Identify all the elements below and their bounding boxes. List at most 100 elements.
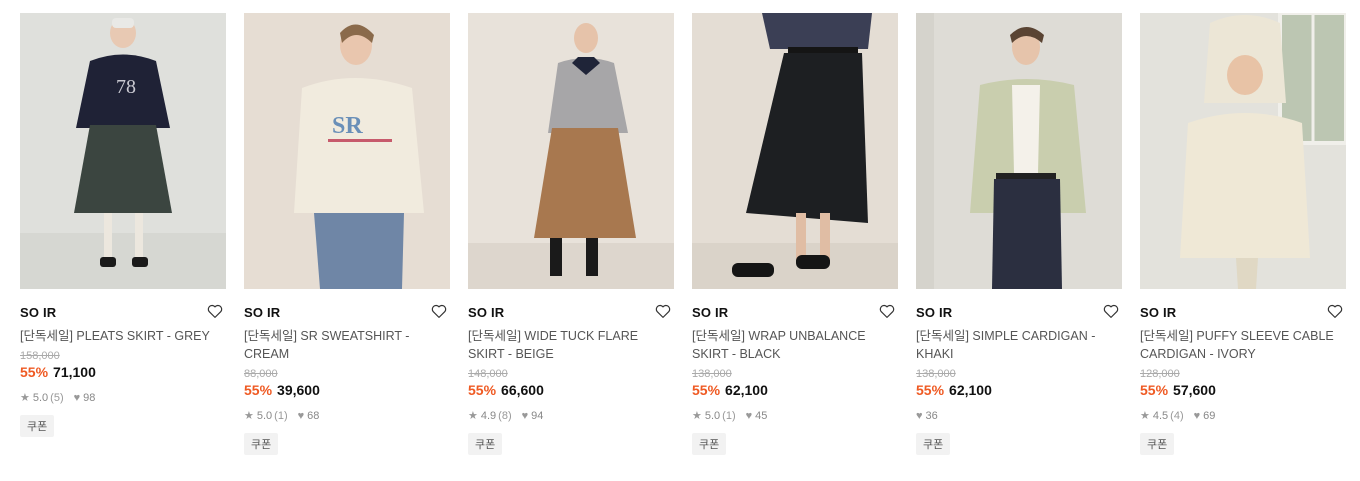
product-grid: 78 SO IR [단독세일] PLEATS SKIRT - GREY 158,…	[0, 0, 1360, 481]
heart-filled-icon: ♥	[73, 392, 81, 404]
discount-rate: 55%	[1140, 382, 1169, 398]
brand-row: SO IR	[20, 303, 226, 323]
svg-text:SR: SR	[332, 113, 363, 139]
likes: ♥ 98	[74, 391, 96, 405]
product-name[interactable]: [단독세일] PLEATS SKIRT - GREY	[20, 327, 226, 345]
brand-name[interactable]: SO IR	[468, 305, 504, 320]
product-name[interactable]: [단독세일] WRAP UNBALANCE SKIRT - BLACK	[692, 327, 898, 363]
review-count: (4)	[1170, 410, 1184, 422]
likes: ♥ 45	[746, 409, 768, 423]
product-card[interactable]: SR SO IR [단독세일] SR SWEATSHIRT - CREAM 88…	[244, 13, 450, 455]
product-card[interactable]: SO IR [단독세일] WIDE TUCK FLARE SKIRT - BEI…	[468, 13, 674, 455]
original-price: 148,000	[468, 368, 508, 380]
likes-count: 69	[1203, 410, 1216, 422]
discount-rate: 55%	[20, 364, 49, 380]
product-image[interactable]	[1140, 13, 1346, 289]
heart-outline-icon[interactable]	[206, 302, 224, 320]
product-image[interactable]	[468, 13, 674, 289]
product-image[interactable]	[916, 13, 1122, 289]
likes-count: 94	[531, 410, 544, 422]
heart-outline-icon[interactable]	[654, 302, 672, 320]
product-name[interactable]: [단독세일] SIMPLE CARDIGAN - KHAKI	[916, 327, 1122, 363]
brand-row: SO IR	[1140, 303, 1346, 323]
product-meta: ★ 4.9 (8) ♥ 94	[468, 409, 674, 423]
star-icon: ★	[20, 392, 30, 404]
coupon-badge: 쿠폰	[916, 433, 951, 455]
product-meta: ★ 4.5 (4) ♥ 69	[1140, 409, 1346, 423]
sale-price: 62,100	[725, 382, 768, 398]
star-icon: ★	[468, 410, 478, 422]
rating-value: 5.0	[32, 392, 49, 404]
original-price: 138,000	[692, 368, 732, 380]
heart-filled-icon: ♥	[916, 410, 923, 422]
product-meta: ★ 5.0 (1) ♥ 45	[692, 409, 898, 423]
star-icon: ★	[692, 410, 702, 422]
brand-name[interactable]: SO IR	[1140, 305, 1176, 320]
heart-filled-icon: ♥	[1193, 410, 1201, 422]
coupon-badge: 쿠폰	[692, 433, 727, 455]
product-card[interactable]: SO IR [단독세일] WRAP UNBALANCE SKIRT - BLAC…	[692, 13, 898, 455]
price-row: 55% 39,600	[244, 381, 450, 400]
discount-rate: 55%	[244, 382, 273, 398]
sale-price: 62,100	[949, 382, 992, 398]
heart-filled-icon: ♥	[521, 410, 529, 422]
product-meta: ★ 5.0 (5) ♥ 98	[20, 391, 226, 405]
price-row: 55% 57,600	[1140, 381, 1346, 400]
likes-count: 98	[83, 392, 96, 404]
price-row: 55% 66,600	[468, 381, 674, 400]
likes: ♥ 94	[522, 409, 544, 423]
product-image[interactable]: 78	[20, 13, 226, 289]
discount-rate: 55%	[916, 382, 945, 398]
brand-row: SO IR	[692, 303, 898, 323]
product-card[interactable]: SO IR [단독세일] SIMPLE CARDIGAN - KHAKI 138…	[916, 13, 1122, 455]
rating-value: 4.5	[1152, 410, 1169, 422]
heart-outline-icon[interactable]	[878, 302, 896, 320]
coupon-badge: 쿠폰	[20, 415, 55, 437]
star-icon: ★	[244, 410, 254, 422]
price-row: 55% 62,100	[692, 381, 898, 400]
likes-count: 68	[307, 410, 320, 422]
rating-value: 4.9	[480, 410, 497, 422]
original-price: 138,000	[916, 368, 956, 380]
product-meta: ♥ 36	[916, 409, 1122, 423]
heart-outline-icon[interactable]	[430, 302, 448, 320]
brand-name[interactable]: SO IR	[916, 305, 952, 320]
original-price: 158,000	[20, 350, 60, 362]
svg-text:78: 78	[116, 76, 136, 98]
product-meta: ★ 5.0 (1) ♥ 68	[244, 409, 450, 423]
likes-count: 36	[925, 410, 938, 422]
price-row: 55% 62,100	[916, 381, 1122, 400]
review-count: (1)	[722, 410, 736, 422]
discount-rate: 55%	[468, 382, 497, 398]
heart-outline-icon[interactable]	[1102, 302, 1120, 320]
star-icon: ★	[1140, 410, 1150, 422]
rating-value: 5.0	[704, 410, 721, 422]
product-name[interactable]: [단독세일] SR SWEATSHIRT - CREAM	[244, 327, 450, 363]
likes-count: 45	[755, 410, 768, 422]
rating-value: 5.0	[256, 410, 273, 422]
product-card[interactable]: SO IR [단독세일] PUFFY SLEEVE CABLE CARDIGAN…	[1140, 13, 1346, 455]
brand-row: SO IR	[916, 303, 1122, 323]
review-count: (8)	[498, 410, 512, 422]
price-row: 55% 71,100	[20, 363, 226, 382]
likes: ♥ 68	[298, 409, 320, 423]
heart-outline-icon[interactable]	[1326, 302, 1344, 320]
likes: ♥ 36	[916, 409, 938, 423]
brand-row: SO IR	[244, 303, 450, 323]
product-image[interactable]	[692, 13, 898, 289]
original-price: 128,000	[1140, 368, 1180, 380]
product-name[interactable]: [단독세일] WIDE TUCK FLARE SKIRT - BEIGE	[468, 327, 674, 363]
sale-price: 39,600	[277, 382, 320, 398]
product-name[interactable]: [단독세일] PUFFY SLEEVE CABLE CARDIGAN - IVO…	[1140, 327, 1346, 363]
original-price: 88,000	[244, 368, 278, 380]
likes: ♥ 69	[1194, 409, 1216, 423]
sale-price: 57,600	[1173, 382, 1216, 398]
brand-name[interactable]: SO IR	[692, 305, 728, 320]
product-card[interactable]: 78 SO IR [단독세일] PLEATS SKIRT - GREY 158,…	[20, 13, 226, 437]
review-count: (5)	[50, 392, 64, 404]
brand-name[interactable]: SO IR	[244, 305, 280, 320]
heart-filled-icon: ♥	[745, 410, 753, 422]
coupon-badge: 쿠폰	[1140, 433, 1175, 455]
product-image[interactable]: SR	[244, 13, 450, 289]
brand-name[interactable]: SO IR	[20, 305, 56, 320]
